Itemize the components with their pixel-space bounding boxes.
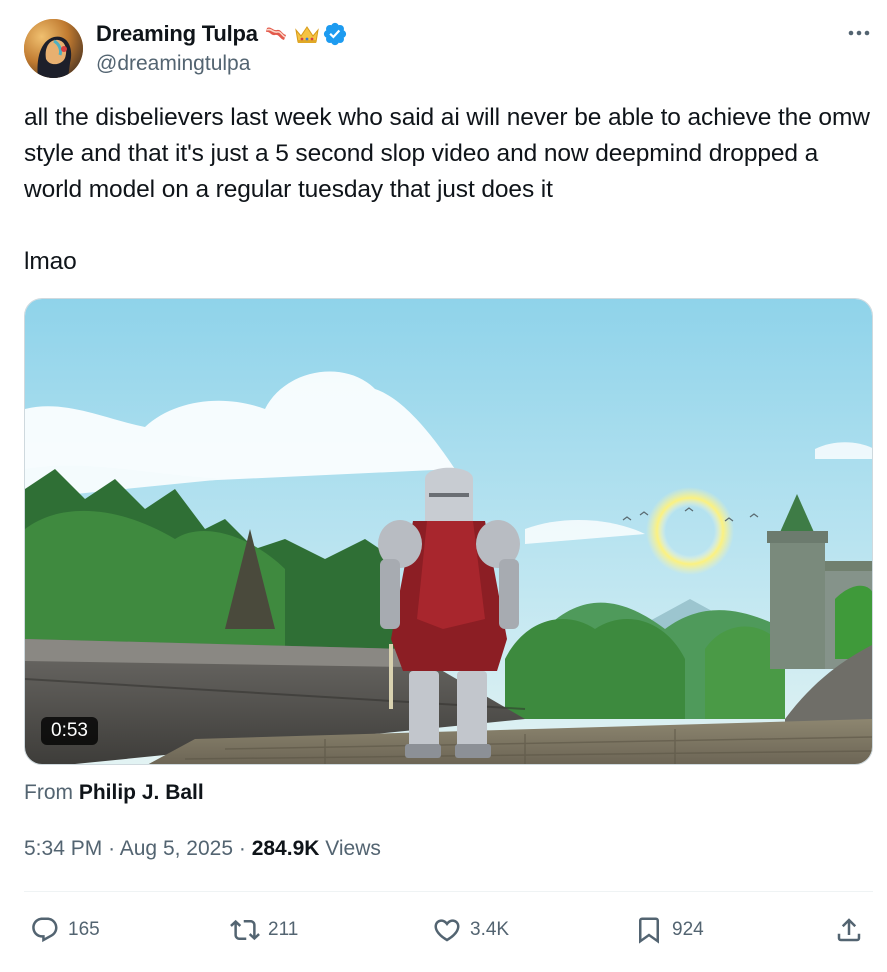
more-options-icon[interactable] (844, 20, 874, 46)
attribution-author-link[interactable]: Philip J. Ball (79, 781, 204, 804)
author-display-name[interactable]: Dreaming Tulpa (96, 21, 258, 47)
meta-separator: · (238, 837, 246, 860)
views-count: 284.9K (251, 837, 320, 860)
share-icon (837, 918, 861, 942)
reply-count: 165 (68, 919, 100, 940)
verified-badge-icon[interactable] (322, 21, 348, 47)
author-handle[interactable]: @dreamingtulpa (96, 52, 250, 76)
attribution-prefix: From (24, 781, 73, 804)
media-attribution: From Philip J. Ball (24, 781, 204, 805)
tweet-date[interactable]: Aug 5, 2025 (120, 837, 233, 860)
meta-separator: · (108, 837, 116, 860)
like-count: 3.4K (470, 919, 510, 940)
views-label: Views (325, 837, 381, 860)
retweet-count: 211 (268, 919, 299, 940)
tweet-text-line: all the disbelievers last week who said … (24, 104, 870, 203)
retweet-icon (230, 919, 260, 941)
action-bar: 165 211 3.4K 924 (0, 905, 887, 955)
video-thumbnail (25, 299, 872, 764)
like-button[interactable]: 3.4K (432, 915, 509, 945)
heart-icon (434, 919, 460, 942)
tweet: Dreaming Tulpa @dreamingtulpa all the di… (0, 0, 887, 972)
tweet-meta: 5:34 PM · Aug 5, 2025 · 284.9K Views (24, 837, 381, 861)
divider (24, 891, 873, 892)
video-player[interactable]: 0:53 (24, 298, 873, 765)
video-duration-badge: 0:53 (41, 717, 98, 745)
bookmark-count: 924 (672, 919, 704, 940)
bookmark-button[interactable]: 924 (634, 915, 704, 945)
tweet-text-line: lmao (24, 248, 77, 275)
retweet-button[interactable]: 211 (230, 915, 298, 945)
author-name-row: Dreaming Tulpa (96, 20, 348, 48)
bacon-icon (264, 22, 288, 46)
share-button[interactable] (834, 915, 864, 945)
tweet-text: all the disbelievers last week who said … (24, 100, 880, 280)
tweet-time[interactable]: 5:34 PM (24, 837, 102, 860)
bookmark-icon (639, 917, 659, 944)
crown-icon (294, 22, 319, 46)
avatar[interactable] (24, 19, 83, 78)
reply-button[interactable]: 165 (30, 915, 100, 945)
reply-icon (32, 917, 58, 943)
